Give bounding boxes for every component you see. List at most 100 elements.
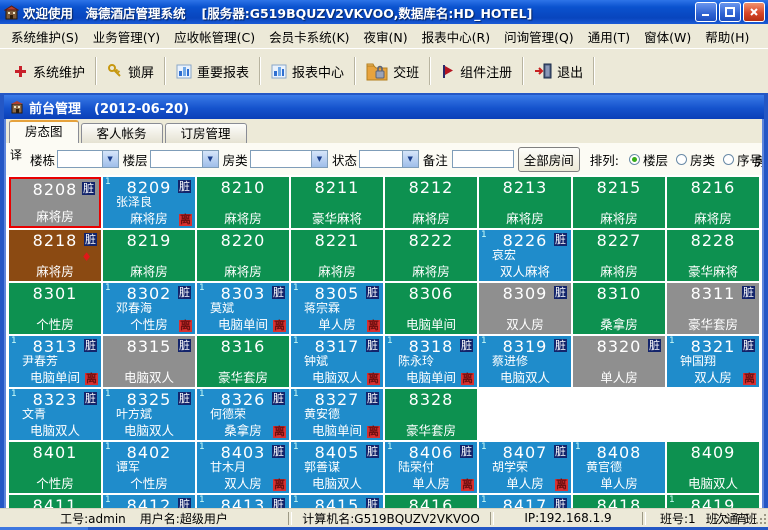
room-cell-8327[interactable]: 18327脏黄安德电脑单间离 [291,389,383,440]
guest-name [103,249,195,264]
room-cell-8405[interactable]: 18405脏郭善谋电脑双人 [291,442,383,493]
room-cell-8315[interactable]: 8315脏电脑双人 [103,336,195,387]
guest-name [573,196,665,211]
tab-room-status-map[interactable]: 房态图 [9,120,79,143]
all-rooms-button[interactable]: 全部房间 [518,147,580,172]
room-cell-8416[interactable]: 8416 [385,495,477,508]
room-cell-8222[interactable]: 8222麻将房 [385,230,477,281]
room-number: 8219 [103,232,195,249]
room-cell-8325[interactable]: 18325脏叶方斌电脑双人 [103,389,195,440]
menu-item-receivables[interactable]: 应收帐管理(C) [167,24,262,49]
room-cell-8409[interactable]: 8409电脑双人 [667,442,759,493]
guest-name [197,355,289,370]
room-cell-8320[interactable]: 8320脏单人房 [573,336,665,387]
toolbar-system-maintenance-button[interactable]: 系统维护 [4,57,94,86]
maximize-button[interactable] [719,2,741,22]
room-cell-8326[interactable]: 18326脏何德荣桑拿房离 [197,389,289,440]
room-cell-8220[interactable]: 8220麻将房 [197,230,289,281]
close-button[interactable] [743,2,765,22]
tab-reservations[interactable]: 订房管理 [165,123,247,143]
toolbar-button-label: 交班 [393,62,419,81]
sort-radio-room-type[interactable]: 房类 [676,150,715,169]
room-cell-8228[interactable]: 8228豪华麻将 [667,230,759,281]
room-cell-8216[interactable]: 8216麻将房 [667,177,759,228]
room-cell-8309[interactable]: 8309脏双人房 [479,283,571,334]
room-cell-8213[interactable]: 8213麻将房 [479,177,571,228]
room-cell-8310[interactable]: 8310桑拿房 [573,283,665,334]
room-cell-8301[interactable]: 8301个性房 [9,283,101,334]
menu-item-window[interactable]: 窗体(W) [637,24,698,49]
room-cell-8210[interactable]: 8210麻将房 [197,177,289,228]
room-cell-8417[interactable]: 18417脏 [479,495,571,508]
menu-item-inquiry[interactable]: 问询管理(Q) [497,24,581,49]
toolbar-shift-handover-button[interactable]: 交班 [357,56,428,86]
room-cell-8412[interactable]: 18412脏 [103,495,195,508]
menu-item-report-center[interactable]: 报表中心(R) [415,24,497,49]
toolbar-component-register-button[interactable]: 组件注册 [432,57,521,86]
room-cell-8407[interactable]: 18407脏胡学荣单人房离 [479,442,571,493]
clipped-right-label: 房 [754,151,762,170]
room-cell-8305[interactable]: 18305脏蒋宗霖单人房离 [291,283,383,334]
minimize-button[interactable] [695,2,717,22]
menu-item-business[interactable]: 业务管理(Y) [86,24,167,49]
room-cell-8411[interactable]: 8411 [9,495,101,508]
room-cell-8219[interactable]: 8219麻将房 [103,230,195,281]
toolbar-exit-button[interactable]: 退出 [525,57,592,86]
room-cell-8227[interactable]: 8227麻将房 [573,230,665,281]
room-cell-8211[interactable]: 8211豪华麻将 [291,177,383,228]
leave-badge: 离 [179,214,192,226]
shift-number: 班号:1 [660,510,696,527]
room-cell-8319[interactable]: 18319脏蔡进修电脑双人 [479,336,571,387]
room-cell-8328[interactable]: 8328豪华套房 [385,389,477,440]
dirty-badge: 脏 [366,339,379,352]
room-cell-8323[interactable]: 18323脏文青电脑双人 [9,389,101,440]
resize-grip[interactable] [754,512,766,524]
building-select[interactable]: ▼ [57,150,119,168]
room-cell-8226[interactable]: 18226脏哀宏双人麻将 [479,230,571,281]
room-cell-8221[interactable]: 8221麻将房 [291,230,383,281]
room-cell-8218[interactable]: 8218脏麻将房♦ [9,230,101,281]
room-cell-8401[interactable]: 8401个性房 [9,442,101,493]
room-cell-8215[interactable]: 8215麻将房 [573,177,665,228]
leave-badge: 离 [555,479,568,491]
room-cell-8317[interactable]: 18317脏钟斌电脑双人离 [291,336,383,387]
toolbar-lock-screen-button[interactable]: 锁屏 [98,57,163,86]
room-cell-8318[interactable]: 18318脏陈永玲电脑单间离 [385,336,477,387]
exit-door-icon [534,63,552,79]
room-cell-8311[interactable]: 8311脏豪华套房 [667,283,759,334]
room-cell-8408[interactable]: 18408黄官德单人房 [573,442,665,493]
menu-item-membership-card[interactable]: 会员卡系统(K) [262,24,356,49]
room-row: 8401个性房18402谭军个性房18403脏甘木月双人房离18405脏郭善谋电… [9,442,762,493]
toolbar-report-center-button[interactable]: 报表中心 [262,57,353,86]
room-cell-8209[interactable]: 18209脏张泽良麻将房离 [103,177,195,228]
note-input[interactable] [452,150,514,168]
room-cell-8321[interactable]: 18321脏钟国翔双人房离 [667,336,759,387]
toolbar-important-reports-button[interactable]: 重要报表 [167,57,258,86]
room-cell-8402[interactable]: 18402谭军个性房 [103,442,195,493]
status-select[interactable]: ▼ [359,150,419,168]
leave-badge: 离 [461,479,474,491]
room-cell-8418[interactable]: 8418 [573,495,665,508]
room-cell-8415[interactable]: 18415脏 [291,495,383,508]
menu-item-night-audit[interactable]: 夜审(N) [357,24,415,49]
room-cell-8419[interactable]: 18419 [667,495,759,508]
room-cell-8403[interactable]: 18403脏甘木月双人房离 [197,442,289,493]
guest-name [479,302,571,317]
room-cell-8413[interactable]: 18413脏 [197,495,289,508]
guest-name [291,249,383,264]
room-cell-8212[interactable]: 8212麻将房 [385,177,477,228]
room-cell-8313[interactable]: 18313脏尹春芳电脑单间离 [9,336,101,387]
sort-radio-floor[interactable]: 楼层 [629,150,668,169]
room-cell-8303[interactable]: 18303脏莫斌电脑单间离 [197,283,289,334]
room-cell-8306[interactable]: 8306电脑单间 [385,283,477,334]
tab-guest-accounts[interactable]: 客人帐务 [81,123,163,143]
room-cell-8316[interactable]: 8316豪华套房 [197,336,289,387]
room-cell-8302[interactable]: 18302脏邓春海个性房离 [103,283,195,334]
room-cell-8406[interactable]: 18406脏陆荣付单人房离 [385,442,477,493]
floor-select[interactable]: ▼ [150,150,219,168]
menu-item-help[interactable]: 帮助(H) [698,24,756,49]
room-cell-8208[interactable]: 8208脏麻将房 [9,177,101,228]
room-type-select[interactable]: ▼ [250,150,328,168]
menu-item-system-maintenance[interactable]: 系统维护(S) [4,24,86,49]
menu-item-general[interactable]: 通用(T) [581,24,637,49]
